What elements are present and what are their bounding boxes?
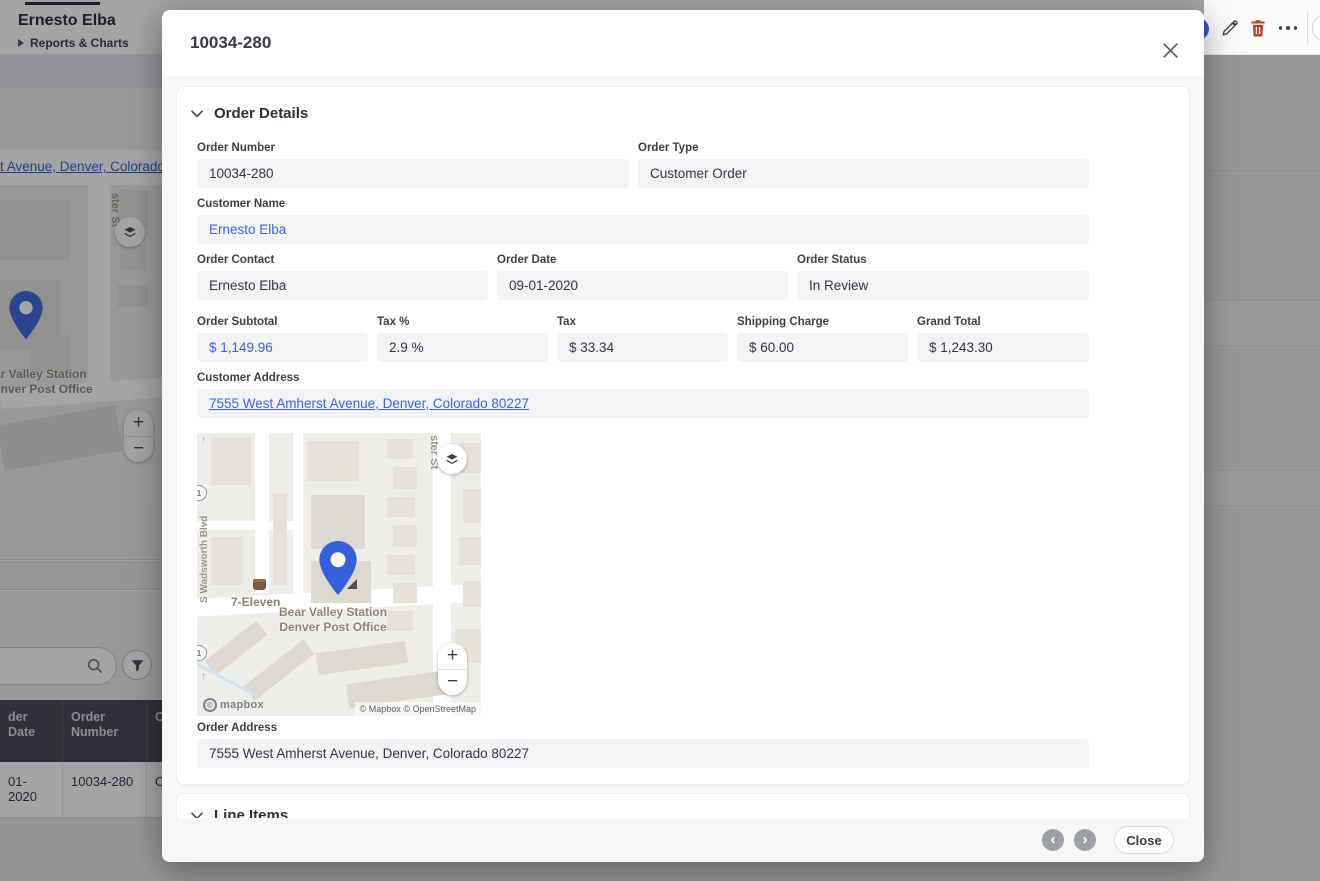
help-button[interactable]	[1312, 14, 1320, 42]
customer-address-link[interactable]: 7555 West Amherst Avenue, Denver, Colora…	[209, 396, 529, 411]
field-order-status: Order Status In Review	[797, 254, 1089, 300]
close-icon[interactable]	[1162, 43, 1178, 59]
field-tax-percent: Tax % 2.9 %	[377, 316, 548, 362]
field-order-subtotal: Order Subtotal $ 1,149.96	[197, 316, 368, 362]
pencil-icon	[1220, 19, 1239, 38]
poi-station-label: Bear Valley Station Denver Post Office	[279, 605, 387, 635]
field-grand-total: Grand Total $ 1,243.30	[917, 316, 1089, 362]
mapbox-logo: © mapbox	[203, 698, 264, 712]
record-toolbar	[1204, 0, 1320, 55]
field-tax: Tax $ 33.34	[557, 316, 728, 362]
map-zoom-control: + −	[438, 643, 467, 695]
delete-button[interactable]	[1246, 16, 1270, 40]
map-attribution: © Mapbox © OpenStreetMap	[355, 702, 481, 716]
modal-body: Order Details Order Number 10034-280 Ord…	[162, 76, 1204, 862]
poi-icon	[347, 579, 357, 589]
order-details-card: Order Details Order Number 10034-280 Ord…	[176, 86, 1190, 785]
layers-button[interactable]	[437, 444, 467, 474]
chevron-down-icon	[191, 110, 203, 118]
route-shield: 1	[197, 645, 207, 661]
more-button[interactable]	[1276, 16, 1300, 40]
modal-title: 10034-280	[190, 33, 271, 53]
customer-name-link[interactable]: Ernesto Elba	[209, 222, 286, 237]
field-order-date: Order Date 09-01-2020	[497, 254, 788, 300]
edit-button[interactable]	[1217, 16, 1241, 40]
field-order-type: Order Type Customer Order	[638, 142, 1089, 188]
field-customer-name: Customer Name Ernesto Elba	[197, 198, 1089, 244]
route-shield: 1	[197, 485, 207, 501]
store-icon	[253, 579, 266, 590]
zoom-out-button[interactable]: −	[438, 670, 467, 696]
modal-header: 10034-280	[162, 10, 1204, 76]
field-shipping-charge: Shipping Charge $ 60.00	[737, 316, 908, 362]
field-order-address: Order Address 7555 West Amherst Avenue, …	[197, 722, 1089, 768]
screen: Ernesto Elba Reports & Charts t Avenue, …	[0, 0, 1320, 881]
close-button[interactable]: Close	[1114, 826, 1174, 854]
record-modal: 10034-280 Order Details Order Number 100…	[162, 10, 1204, 862]
previous-record-button[interactable]: ‹	[1042, 829, 1064, 851]
trash-icon	[1249, 19, 1267, 38]
field-order-contact: Order Contact Ernesto Elba	[197, 254, 488, 300]
street-label-2: S Wadsworth Blvd	[199, 516, 210, 603]
modal-footer: ‹ › Close	[162, 818, 1204, 862]
layers-icon	[444, 451, 460, 467]
order-details-section-toggle[interactable]: Order Details	[191, 105, 308, 122]
toolbar-divider	[1307, 12, 1308, 44]
zoom-in-button[interactable]: +	[438, 643, 467, 669]
ellipsis-icon	[1279, 26, 1298, 30]
field-order-number: Order Number 10034-280	[197, 142, 629, 188]
field-customer-address: Customer Address 7555 West Amherst Avenu…	[197, 372, 1089, 418]
poi-store-label: 7-Eleven	[231, 595, 280, 610]
next-record-button[interactable]: ›	[1074, 829, 1096, 851]
order-address-map[interactable]: 1 1 ↑ ↑ ↑ S Wadsworth Blvd ster St	[197, 433, 481, 716]
order-subtotal-link[interactable]: $ 1,149.96	[209, 340, 273, 355]
